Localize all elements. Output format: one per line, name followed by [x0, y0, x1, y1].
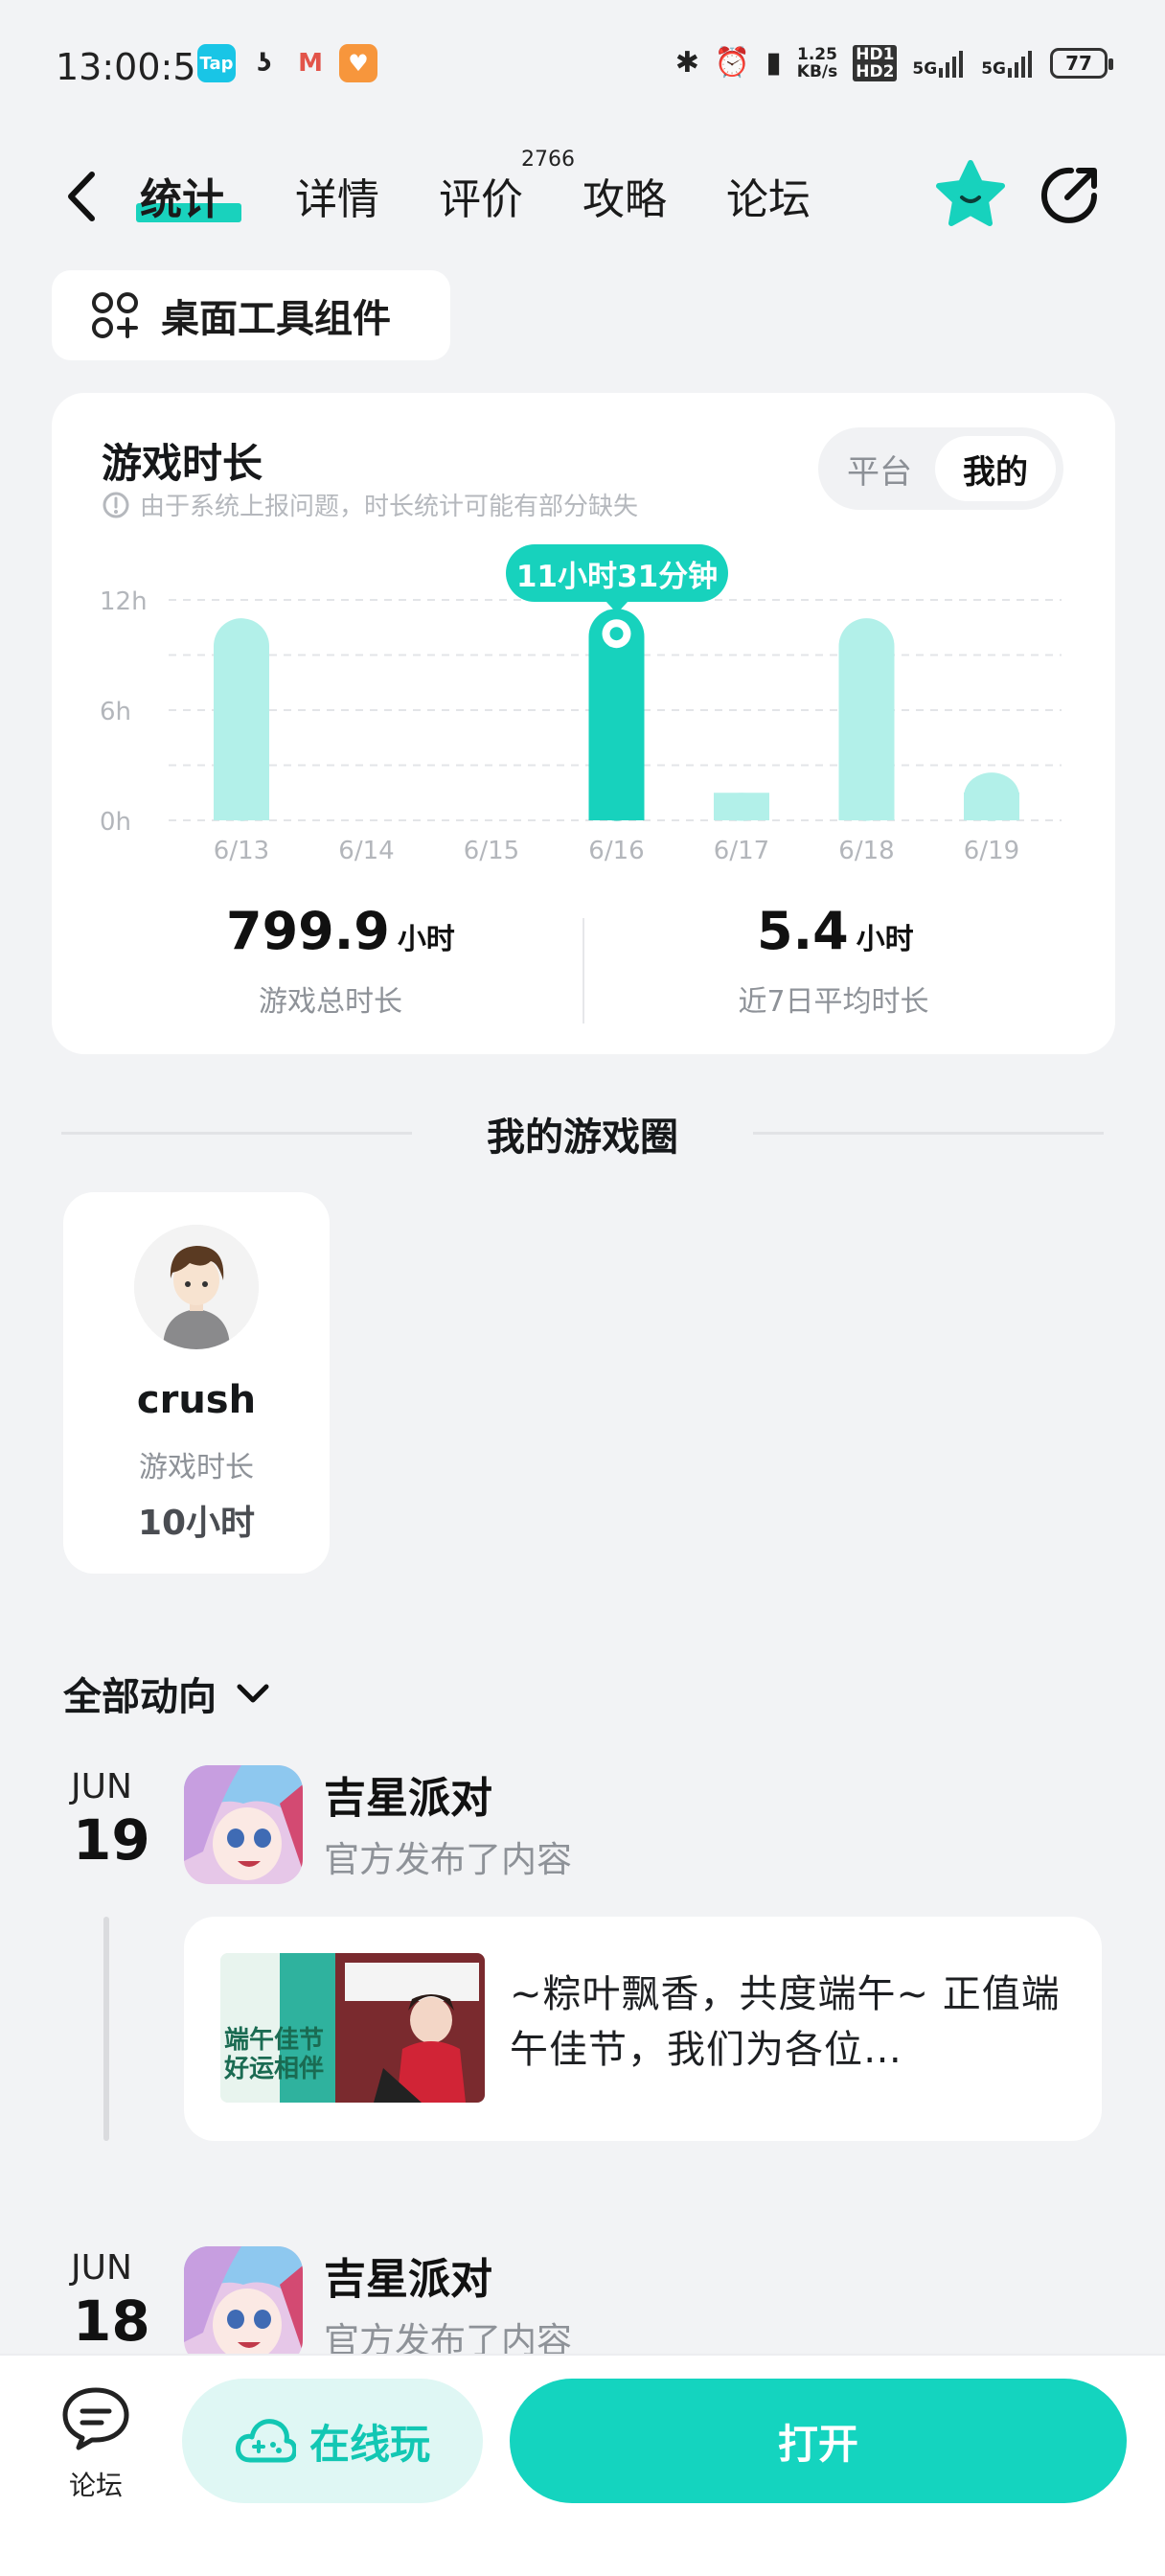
- tab-reviews[interactable]: 评价: [439, 165, 523, 226]
- online-play-button[interactable]: 在线玩: [182, 2379, 483, 2503]
- network-speed: 1.25 KB/s: [796, 45, 838, 81]
- desktop-widget-label: 桌面工具组件: [161, 297, 391, 341]
- tab-stats[interactable]: 统计: [140, 165, 224, 226]
- game-time-note: 由于系统上报问题，时长统计可能有部分缺失: [102, 487, 638, 522]
- avg-playtime-label: 近7日平均时长: [738, 985, 929, 1019]
- avg-playtime: 5.4 小时: [757, 901, 914, 961]
- chart-x-tick-label: 6/13: [214, 837, 269, 865]
- toggle-platform[interactable]: 平台: [826, 436, 933, 501]
- chevron-left-icon: [68, 172, 95, 221]
- chart-bar[interactable]: [838, 618, 895, 821]
- feed-date-day: 18: [73, 2288, 150, 2354]
- game-circle-title: 我的游戏圈: [487, 1116, 678, 1160]
- feed-action: 官方发布了内容: [324, 1839, 572, 1880]
- post-card[interactable]: 端午佳节 好运相伴 ~粽叶飘香，共度端午~ 正值端午佳节，我们为各位…: [184, 1917, 1102, 2141]
- feed-filter-label: 全部动向: [63, 1675, 217, 1719]
- friend-name: crush: [136, 1378, 257, 1422]
- forum-button[interactable]: 论坛: [54, 2384, 138, 2501]
- status-bar: 13:00:57 Tap ʖ M ♥ ✱ ⏰ ▮ 1.25 KB/s HD1 HD2…: [0, 0, 1165, 125]
- selected-bar-tooltip: 11小时31分钟: [506, 544, 728, 613]
- data-source-toggle: 平台 我的: [818, 427, 1063, 510]
- mail-app-icon: M: [298, 49, 323, 78]
- post-text: ~粽叶飘香，共度端午~ 正值端午佳节，我们为各位…: [510, 1972, 1061, 2072]
- chart-bar-base: [838, 793, 895, 820]
- tap-app-icon: Tap: [197, 44, 236, 82]
- friend-card[interactable]: crush 游戏时长 10小时: [63, 1192, 330, 1574]
- heart-app-icon: ♥: [339, 44, 377, 82]
- total-playtime: 799.9 小时: [226, 901, 455, 961]
- chart-selected-marker-dot: [609, 627, 624, 641]
- chart-bar[interactable]: [214, 618, 269, 821]
- open-game-label: 打开: [777, 2420, 858, 2468]
- game-icon[interactable]: [184, 1765, 303, 1884]
- tab-guides[interactable]: 攻略: [582, 165, 667, 226]
- share-icon: [1041, 167, 1097, 223]
- bluetooth-icon: ✱: [674, 46, 699, 80]
- total-playtime-value: 799.9: [226, 901, 390, 961]
- feed-date-month: JUN: [71, 1767, 132, 1806]
- chart-y-tick-label: 12h: [100, 587, 148, 616]
- chart-bar-base: [588, 793, 645, 820]
- chart-x-tick-label: 6/16: [588, 837, 644, 865]
- tab-details[interactable]: 详情: [295, 165, 379, 226]
- open-game-button[interactable]: 打开: [510, 2379, 1127, 2503]
- chart-x-tick-label: 6/15: [464, 837, 519, 865]
- battery-icon: 77: [1050, 48, 1113, 79]
- chart-y-tick-label: 0h: [100, 808, 131, 837]
- bottom-action-bar: 论坛 在线玩 打开: [0, 2354, 1165, 2576]
- chart-x-tick-label: 6/18: [838, 837, 894, 865]
- signal-icon-2: 5G: [981, 49, 1035, 78]
- friend-playtime-label: 游戏时长: [139, 1451, 254, 1484]
- widgets-icon: [92, 292, 138, 338]
- cloud-gamepad-icon: [236, 2419, 296, 2463]
- share-button[interactable]: [1039, 163, 1102, 226]
- app-icon: ʖ: [257, 49, 272, 78]
- favorite-button[interactable]: [935, 159, 1006, 230]
- feed-date-day: 19: [73, 1807, 150, 1873]
- chart-bar-base: [214, 793, 269, 820]
- feed-date-month: JUN: [71, 2248, 132, 2288]
- feed-filter-dropdown[interactable]: 全部动向: [63, 1666, 272, 1721]
- hd-indicator: HD1 HD2: [853, 45, 898, 81]
- avatar: [134, 1225, 259, 1349]
- alarm-icon: ⏰: [714, 46, 751, 80]
- chart-x-tick-label: 6/17: [714, 837, 769, 865]
- status-icons: ✱ ⏰ ▮ 1.25 KB/s HD1 HD2 5G 5G 77: [674, 44, 1113, 82]
- back-button[interactable]: [57, 163, 105, 230]
- status-time: 13:00:57: [56, 46, 219, 88]
- signal-icon-1: 5G: [912, 49, 966, 78]
- forum-label: 论坛: [68, 2470, 123, 2501]
- vibrate-icon: ▮: [765, 46, 782, 80]
- feed-game-name[interactable]: 吉星派对: [324, 2244, 492, 2306]
- total-playtime-unit: 小时: [397, 923, 455, 956]
- info-icon: [103, 492, 129, 518]
- friend-playtime-value: 10小时: [137, 1504, 256, 1543]
- chevron-down-icon: [237, 1684, 269, 1703]
- chart-bar-base: [964, 793, 1019, 820]
- feed-game-name[interactable]: 吉星派对: [324, 1763, 492, 1825]
- online-play-label: 在线玩: [308, 2420, 430, 2468]
- top-nav: 统计 详情 评价 2766 攻略 论坛: [0, 144, 1165, 249]
- game-time-title: 游戏时长: [102, 440, 263, 487]
- star-icon: [936, 160, 1005, 226]
- post-thumbnail: 端午佳节 好运相伴: [220, 1953, 485, 2103]
- chart-y-tick-label: 6h: [100, 698, 131, 726]
- timeline-line: [103, 1917, 109, 2141]
- chart-x-tick-label: 6/14: [338, 837, 394, 865]
- thumbnail-caption: 端午佳节 好运相伴: [224, 2026, 325, 2083]
- game-icon[interactable]: [184, 2246, 303, 2365]
- total-playtime-label: 游戏总时长: [259, 985, 402, 1019]
- forum-icon: [62, 2387, 129, 2450]
- chart-bar-base: [714, 793, 769, 820]
- avg-playtime-value: 5.4: [757, 901, 849, 961]
- chart-x-tick-label: 6/19: [964, 837, 1019, 865]
- toggle-mine[interactable]: 我的: [935, 436, 1056, 501]
- avg-playtime-unit: 小时: [856, 923, 914, 956]
- review-count: 2766: [521, 148, 575, 172]
- tab-forum[interactable]: 论坛: [726, 165, 811, 226]
- desktop-widget-button[interactable]: 桌面工具组件: [52, 270, 450, 360]
